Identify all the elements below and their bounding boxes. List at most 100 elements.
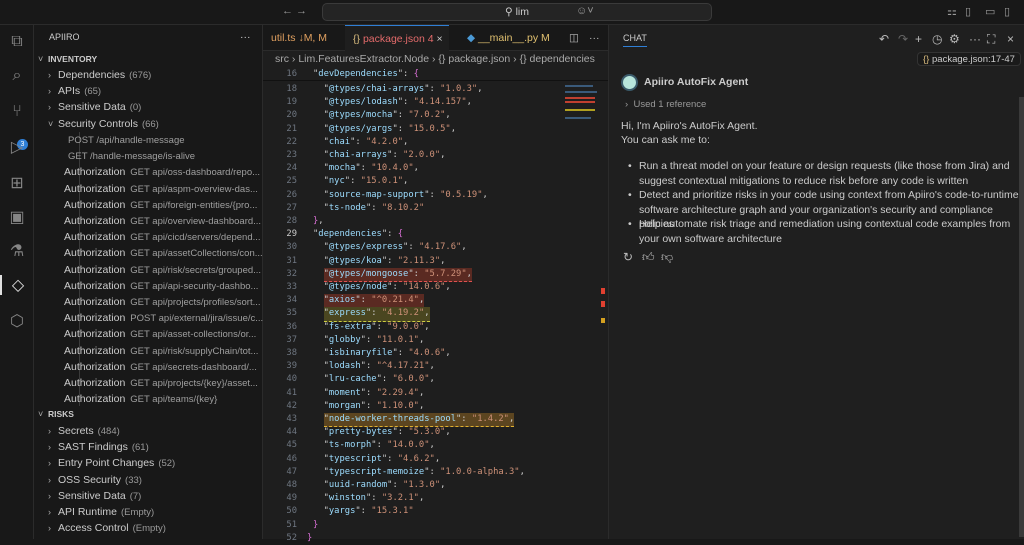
tab-chat[interactable]: CHAT bbox=[623, 33, 647, 47]
history-icon[interactable]: ◷ bbox=[932, 32, 942, 46]
security-control-item[interactable]: Authorization GET api/foreign-entities/{p… bbox=[64, 197, 292, 213]
code-line[interactable]: 48 "uuid-random": "1.3.0", bbox=[263, 479, 608, 492]
arrow-right-icon[interactable]: → bbox=[296, 5, 307, 17]
code-line[interactable]: 33 "@types/node": "14.0.6", bbox=[263, 281, 608, 294]
explorer-icon[interactable]: ⧉ bbox=[0, 33, 34, 51]
breadcrumb-item[interactable]: {} dependencies bbox=[520, 53, 595, 65]
security-control-item[interactable]: Authorization GET api/assetCollections/co… bbox=[64, 245, 292, 261]
security-control-item[interactable]: Authorization GET api/overview-dashboard.… bbox=[64, 213, 292, 229]
risk-item[interactable]: › OSS Security (33) bbox=[48, 472, 276, 488]
code-line[interactable]: 19 "@types/lodash": "4.14.157", bbox=[263, 96, 608, 109]
security-control-item[interactable]: Authorization GET api/secrets-dashboard/.… bbox=[64, 359, 292, 375]
code-line[interactable]: 23 "chai-arrays": "2.0.0", bbox=[263, 149, 608, 162]
security-control-item[interactable]: GET /handle-message/is-alive bbox=[68, 148, 296, 164]
code-line[interactable]: 41 "moment": "2.29.4", bbox=[263, 387, 608, 400]
risk-item[interactable]: › Secrets (484) bbox=[48, 423, 276, 439]
code-line[interactable]: 26 "source-map-support": "0.5.19", bbox=[263, 189, 608, 202]
risk-item[interactable]: › Sensitive Data (7) bbox=[48, 488, 276, 504]
code-line[interactable]: 49 "winston": "3.2.1", bbox=[263, 492, 608, 505]
thumbs-up-icon[interactable]: 👍︎ bbox=[642, 250, 655, 265]
command-center-search[interactable]: ⚲ lim bbox=[322, 3, 712, 21]
risk-item[interactable]: › Entry Point Changes (52) bbox=[48, 455, 276, 471]
tree-item[interactable]: › Dependencies (676) bbox=[48, 67, 276, 83]
security-control-item[interactable]: Authorization GET api/projects/{key}/asse… bbox=[64, 375, 292, 391]
code-line[interactable]: 30 "@types/express": "4.17.6", bbox=[263, 241, 608, 254]
containers-icon[interactable]: ⬡ bbox=[0, 311, 34, 331]
toggle-secondary-sidebar-icon[interactable]: ▯ bbox=[1004, 5, 1010, 18]
run-debug-icon[interactable]: ▷ bbox=[0, 137, 34, 157]
breadcrumb-item[interactable]: {} package.json bbox=[438, 53, 510, 65]
code-line[interactable]: 36 "fs-extra": "9.0.0", bbox=[263, 321, 608, 334]
testing-icon[interactable]: ⚗ bbox=[0, 241, 34, 261]
close-icon[interactable]: × bbox=[437, 33, 443, 45]
customize-layout-icon[interactable]: ⚏ bbox=[947, 5, 957, 18]
code-line[interactable]: 46 "typescript": "4.6.2", bbox=[263, 453, 608, 466]
code-line[interactable]: 47 "typescript-memoize": "1.0.0-alpha.3", bbox=[263, 466, 608, 479]
risk-item[interactable]: › API Runtime (Empty) bbox=[48, 504, 276, 520]
code-line[interactable]: 27 "ts-node": "8.10.2" bbox=[263, 202, 608, 215]
tree-item[interactable]: ˅ Security Controls (66) bbox=[48, 116, 276, 132]
code-line[interactable]: 38 "isbinaryfile": "4.0.6", bbox=[263, 347, 608, 360]
arrow-left-icon[interactable]: ← bbox=[282, 5, 293, 17]
more-actions-icon[interactable]: ··· bbox=[581, 25, 608, 51]
section-risks[interactable]: ˅ RISKS bbox=[38, 406, 266, 422]
copilot-icon[interactable]: ☺˅ bbox=[576, 5, 594, 17]
tab-main-py[interactable]: ◆ __main__.py M bbox=[459, 25, 558, 51]
thumbs-down-icon[interactable]: 👎︎ bbox=[661, 250, 673, 265]
code-line[interactable]: 35 "express": "4.19.2", bbox=[263, 307, 608, 322]
security-control-item[interactable]: Authorization GET api/projects/profiles/s… bbox=[64, 294, 292, 310]
new-chat-icon[interactable]: + bbox=[915, 32, 922, 46]
security-control-item[interactable]: Authorization GET api/risk/secrets/groupe… bbox=[64, 262, 292, 278]
code-line[interactable]: 21 "@types/yargs": "15.0.5", bbox=[263, 123, 608, 136]
toggle-panel-icon[interactable]: ▭ bbox=[985, 5, 995, 18]
extensions-icon[interactable]: ⊞ bbox=[0, 173, 34, 193]
security-control-item[interactable]: Authorization GET api/oss-dashboard/repo.… bbox=[64, 164, 292, 180]
code-line[interactable]: 51} bbox=[263, 519, 608, 532]
tab-package-json[interactable]: {} package.json 4 × bbox=[345, 25, 449, 51]
gear-icon[interactable]: ⚙ bbox=[949, 32, 960, 46]
code-line[interactable]: 18 "@types/chai-arrays": "1.0.3", bbox=[263, 83, 608, 96]
tree-item[interactable]: › APIs (65) bbox=[48, 83, 276, 99]
security-control-item[interactable]: Authorization GET api/teams/{key} bbox=[64, 391, 292, 407]
code-line[interactable]: 25 "nyc": "15.0.1", bbox=[263, 175, 608, 188]
close-icon[interactable]: × bbox=[1007, 32, 1014, 46]
security-control-item[interactable]: Authorization GET api/asset-collections/o… bbox=[64, 326, 292, 342]
retry-icon[interactable]: ↻ bbox=[623, 250, 633, 264]
apiiro-icon[interactable]: ◇ bbox=[0, 275, 34, 295]
risk-item[interactable]: › SAST Findings (61) bbox=[48, 439, 276, 455]
source-control-icon[interactable]: ⑂ bbox=[0, 103, 34, 121]
code-line[interactable]: 45 "ts-morph": "14.0.0", bbox=[263, 439, 608, 452]
breadcrumb-item[interactable]: src bbox=[275, 53, 289, 65]
code-line[interactable]: 43 "node-worker-threads-pool": "1.4.2", bbox=[263, 413, 608, 428]
code-line[interactable]: 50 "yargs": "15.3.1" bbox=[263, 505, 608, 518]
code-line[interactable]: 39 "lodash": "^4.17.21", bbox=[263, 360, 608, 373]
used-references-toggle[interactable]: › Used 1 reference bbox=[625, 99, 706, 110]
code-line[interactable]: 28}, bbox=[263, 215, 608, 228]
security-control-item[interactable]: Authorization POST api/external/jira/issu… bbox=[64, 310, 292, 326]
code-line[interactable]: 31 "@types/koa": "2.11.3", bbox=[263, 255, 608, 268]
section-inventory[interactable]: ˅ INVENTORY bbox=[38, 51, 266, 67]
breadcrumb-item[interactable]: Lim.FeaturesExtractor.Node bbox=[298, 53, 429, 65]
more-actions-icon[interactable]: ··· bbox=[969, 32, 981, 46]
scrollbar[interactable] bbox=[1019, 97, 1024, 537]
security-control-item[interactable]: Authorization GET api/aspm-overview-das..… bbox=[64, 181, 292, 197]
context-chip[interactable]: {} package.json:17-47 bbox=[917, 52, 1021, 66]
toggle-sidebar-icon[interactable]: ▯ bbox=[965, 5, 971, 18]
security-control-item[interactable]: Authorization GET api/cicd/servers/depend… bbox=[64, 229, 292, 245]
code-line[interactable]: 29 "dependencies": { bbox=[263, 228, 608, 241]
remote-explorer-icon[interactable]: ▣ bbox=[0, 207, 34, 227]
risk-item[interactable]: › Access Control (Empty) bbox=[48, 520, 276, 536]
more-actions-icon[interactable]: ··· bbox=[240, 29, 260, 45]
code-line[interactable]: 24 "mocha": "10.4.0", bbox=[263, 162, 608, 175]
security-control-item[interactable]: POST /api/handle-message bbox=[68, 132, 296, 148]
security-control-item[interactable]: Authorization GET api/api-security-dashbo… bbox=[64, 278, 292, 294]
tree-item[interactable]: › Sensitive Data (0) bbox=[48, 99, 276, 115]
code-line[interactable]: 52} bbox=[263, 532, 608, 545]
redo-icon[interactable]: ↷ bbox=[898, 32, 908, 46]
maximize-icon[interactable]: ⛶ bbox=[987, 32, 995, 47]
code-line[interactable]: 22 "chai": "4.2.0", bbox=[263, 136, 608, 149]
undo-icon[interactable]: ↶ bbox=[879, 32, 889, 46]
code-line[interactable]: 20 "@types/mocha": "7.0.2", bbox=[263, 109, 608, 122]
search-icon[interactable]: ⌕ bbox=[0, 67, 34, 85]
code-line[interactable]: 40 "lru-cache": "6.0.0", bbox=[263, 373, 608, 386]
